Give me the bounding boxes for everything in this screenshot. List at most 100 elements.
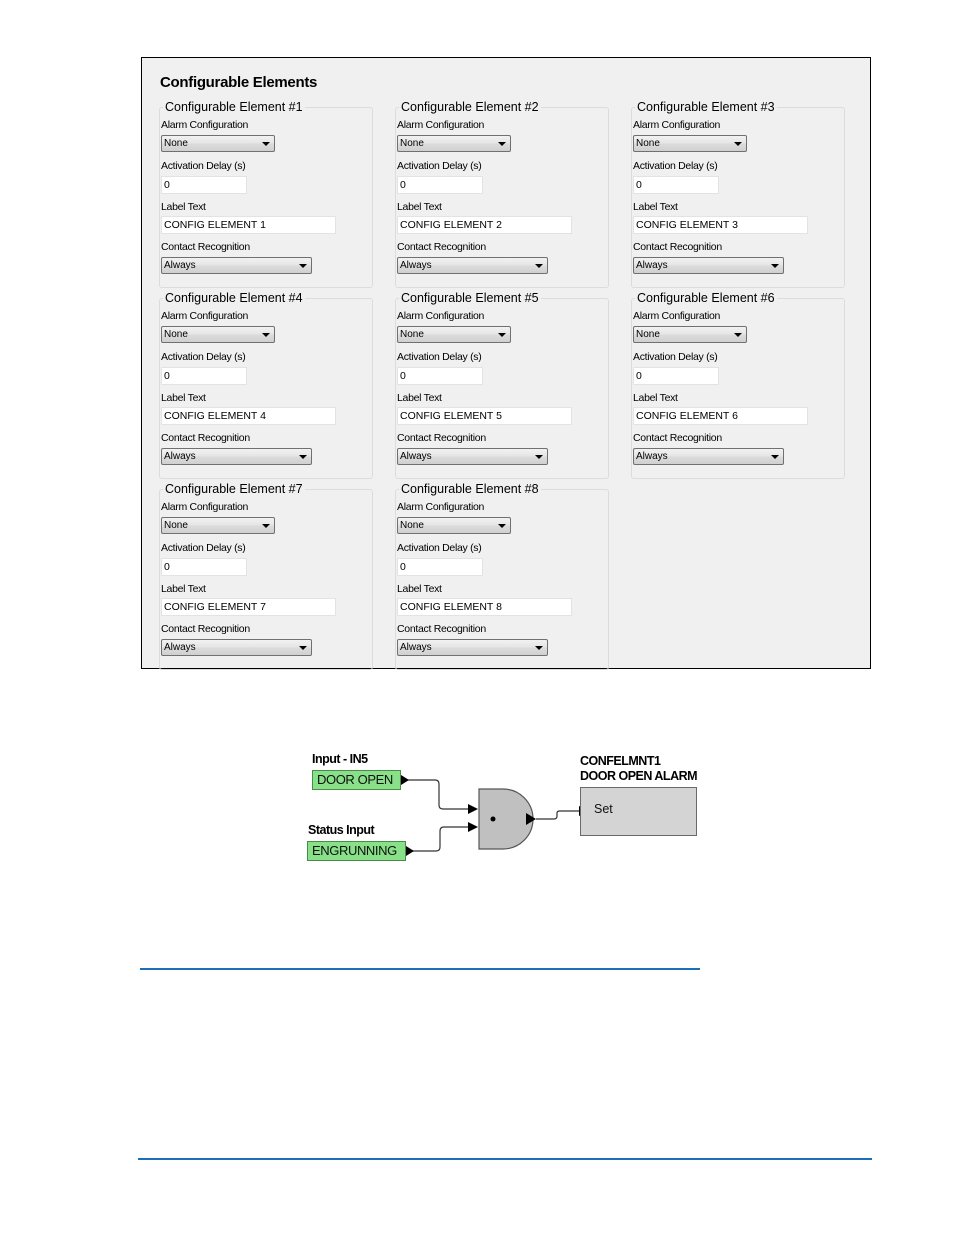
configurable-elements-screen: Configurable Elements Configurable Eleme… [141, 57, 871, 670]
chevron-down-icon [771, 264, 779, 268]
alarm-config-value: None [400, 520, 424, 531]
chevron-down-icon [535, 455, 543, 459]
activation-delay-label: Activation Delay (s) [397, 351, 482, 363]
contact-recognition-dropdown[interactable]: Always [161, 448, 312, 465]
chevron-down-icon [299, 264, 307, 268]
alarm-config-dropdown[interactable]: None [397, 135, 511, 152]
alarm-config-dropdown[interactable]: None [397, 326, 511, 343]
wire-input1 [407, 779, 468, 810]
configurable-element-2: Configurable Element #2 Alarm Configurati… [395, 100, 609, 288]
contact-recognition-dropdown[interactable]: Always [397, 639, 548, 656]
contact-recognition-dropdown[interactable]: Always [397, 448, 548, 465]
input1-box[interactable]: DOOR OPEN [312, 770, 401, 790]
activation-delay-input[interactable]: 0 [633, 176, 719, 194]
activation-delay-input[interactable]: 0 [397, 558, 483, 576]
alarm-config-label: Alarm Configuration [633, 310, 721, 322]
alarm-config-value: None [164, 138, 188, 149]
label-text-label: Label Text [397, 583, 442, 595]
contact-recognition-value: Always [164, 642, 196, 653]
chevron-down-icon [734, 333, 742, 337]
label-text-input[interactable]: CONFIG ELEMENT 5 [397, 407, 572, 425]
activation-delay-input[interactable]: 0 [397, 367, 483, 385]
chevron-down-icon [771, 455, 779, 459]
activation-delay-label: Activation Delay (s) [633, 160, 718, 172]
contact-recognition-dropdown[interactable]: Always [161, 257, 312, 274]
chevron-down-icon [535, 646, 543, 650]
contact-recognition-value: Always [400, 642, 432, 653]
alarm-config-dropdown[interactable]: None [161, 517, 275, 534]
configurable-element-6: Configurable Element #6 Alarm Configurati… [631, 291, 845, 479]
label-text-input[interactable]: CONFIG ELEMENT 2 [397, 216, 572, 234]
group-title: Configurable Element #6 [635, 291, 777, 305]
alarm-config-value: None [400, 329, 424, 340]
chevron-down-icon [262, 524, 270, 528]
wire-output [536, 810, 580, 820]
activation-delay-input[interactable]: 0 [161, 367, 247, 385]
configurable-element-7: Configurable Element #7 Alarm Configurati… [159, 482, 373, 670]
contact-recognition-dropdown[interactable]: Always [633, 257, 784, 274]
alarm-config-label: Alarm Configuration [633, 119, 721, 131]
contact-recognition-value: Always [400, 451, 432, 462]
input2-output-arrow [406, 846, 414, 856]
contact-recognition-label: Contact Recognition [397, 623, 486, 635]
label-text-input[interactable]: CONFIG ELEMENT 7 [161, 598, 336, 616]
input2-box[interactable]: ENGRUNNING [307, 841, 406, 861]
contact-recognition-value: Always [400, 260, 432, 271]
screen-title: Configurable Elements [160, 74, 318, 91]
alarm-config-value: None [400, 138, 424, 149]
chevron-down-icon [498, 524, 506, 528]
activation-delay-label: Activation Delay (s) [397, 542, 482, 554]
contact-recognition-dropdown[interactable]: Always [397, 257, 548, 274]
activation-delay-input[interactable]: 0 [633, 367, 719, 385]
alarm-config-dropdown[interactable]: None [397, 517, 511, 534]
alarm-config-label: Alarm Configuration [397, 119, 485, 131]
output-name: CONFELMNT1 [580, 754, 661, 768]
configurable-element-3: Configurable Element #3 Alarm Configurati… [631, 100, 845, 288]
label-text-label: Label Text [397, 392, 442, 404]
wire-input2 [412, 826, 468, 852]
activation-delay-input[interactable]: 0 [161, 176, 247, 194]
activation-delay-label: Activation Delay (s) [397, 160, 482, 172]
logic-diagram: Input - IN5 DOOR OPEN Status Input ENGRU… [300, 745, 720, 875]
label-text-label: Label Text [161, 201, 206, 213]
group-title: Configurable Element #5 [399, 291, 541, 305]
activation-delay-label: Activation Delay (s) [633, 351, 718, 363]
contact-recognition-dropdown[interactable]: Always [161, 639, 312, 656]
set-port-label: Set [594, 802, 613, 816]
contact-recognition-label: Contact Recognition [397, 432, 486, 444]
label-text-label: Label Text [161, 392, 206, 404]
contact-recognition-value: Always [636, 451, 668, 462]
contact-recognition-label: Contact Recognition [161, 623, 250, 635]
label-text-input[interactable]: CONFIG ELEMENT 4 [161, 407, 336, 425]
alarm-config-dropdown[interactable]: None [161, 135, 275, 152]
alarm-config-dropdown[interactable]: None [633, 135, 747, 152]
activation-delay-input[interactable]: 0 [161, 558, 247, 576]
gate-input-arrow-1 [468, 804, 478, 814]
and-gate [478, 788, 534, 850]
group-title: Configurable Element #8 [399, 482, 541, 496]
label-text-label: Label Text [161, 583, 206, 595]
contact-recognition-value: Always [164, 451, 196, 462]
configurable-element-5: Configurable Element #5 Alarm Configurati… [395, 291, 609, 479]
label-text-input[interactable]: CONFIG ELEMENT 8 [397, 598, 572, 616]
activation-delay-label: Activation Delay (s) [161, 160, 246, 172]
alarm-config-label: Alarm Configuration [161, 119, 249, 131]
configurable-element-8: Configurable Element #8 Alarm Configurati… [395, 482, 609, 670]
alarm-config-dropdown[interactable]: None [161, 326, 275, 343]
chevron-down-icon [262, 333, 270, 337]
label-text-input[interactable]: CONFIG ELEMENT 6 [633, 407, 808, 425]
chevron-down-icon [498, 333, 506, 337]
alarm-config-value: None [636, 138, 660, 149]
group-title: Configurable Element #2 [399, 100, 541, 114]
activation-delay-label: Activation Delay (s) [161, 542, 246, 554]
label-text-input[interactable]: CONFIG ELEMENT 1 [161, 216, 336, 234]
contact-recognition-dropdown[interactable]: Always [633, 448, 784, 465]
activation-delay-label: Activation Delay (s) [161, 351, 246, 363]
alarm-config-label: Alarm Configuration [397, 501, 485, 513]
output-element-box[interactable]: Set [580, 787, 697, 836]
alarm-config-label: Alarm Configuration [161, 501, 249, 513]
alarm-config-dropdown[interactable]: None [633, 326, 747, 343]
alarm-config-value: None [636, 329, 660, 340]
label-text-input[interactable]: CONFIG ELEMENT 3 [633, 216, 808, 234]
activation-delay-input[interactable]: 0 [397, 176, 483, 194]
